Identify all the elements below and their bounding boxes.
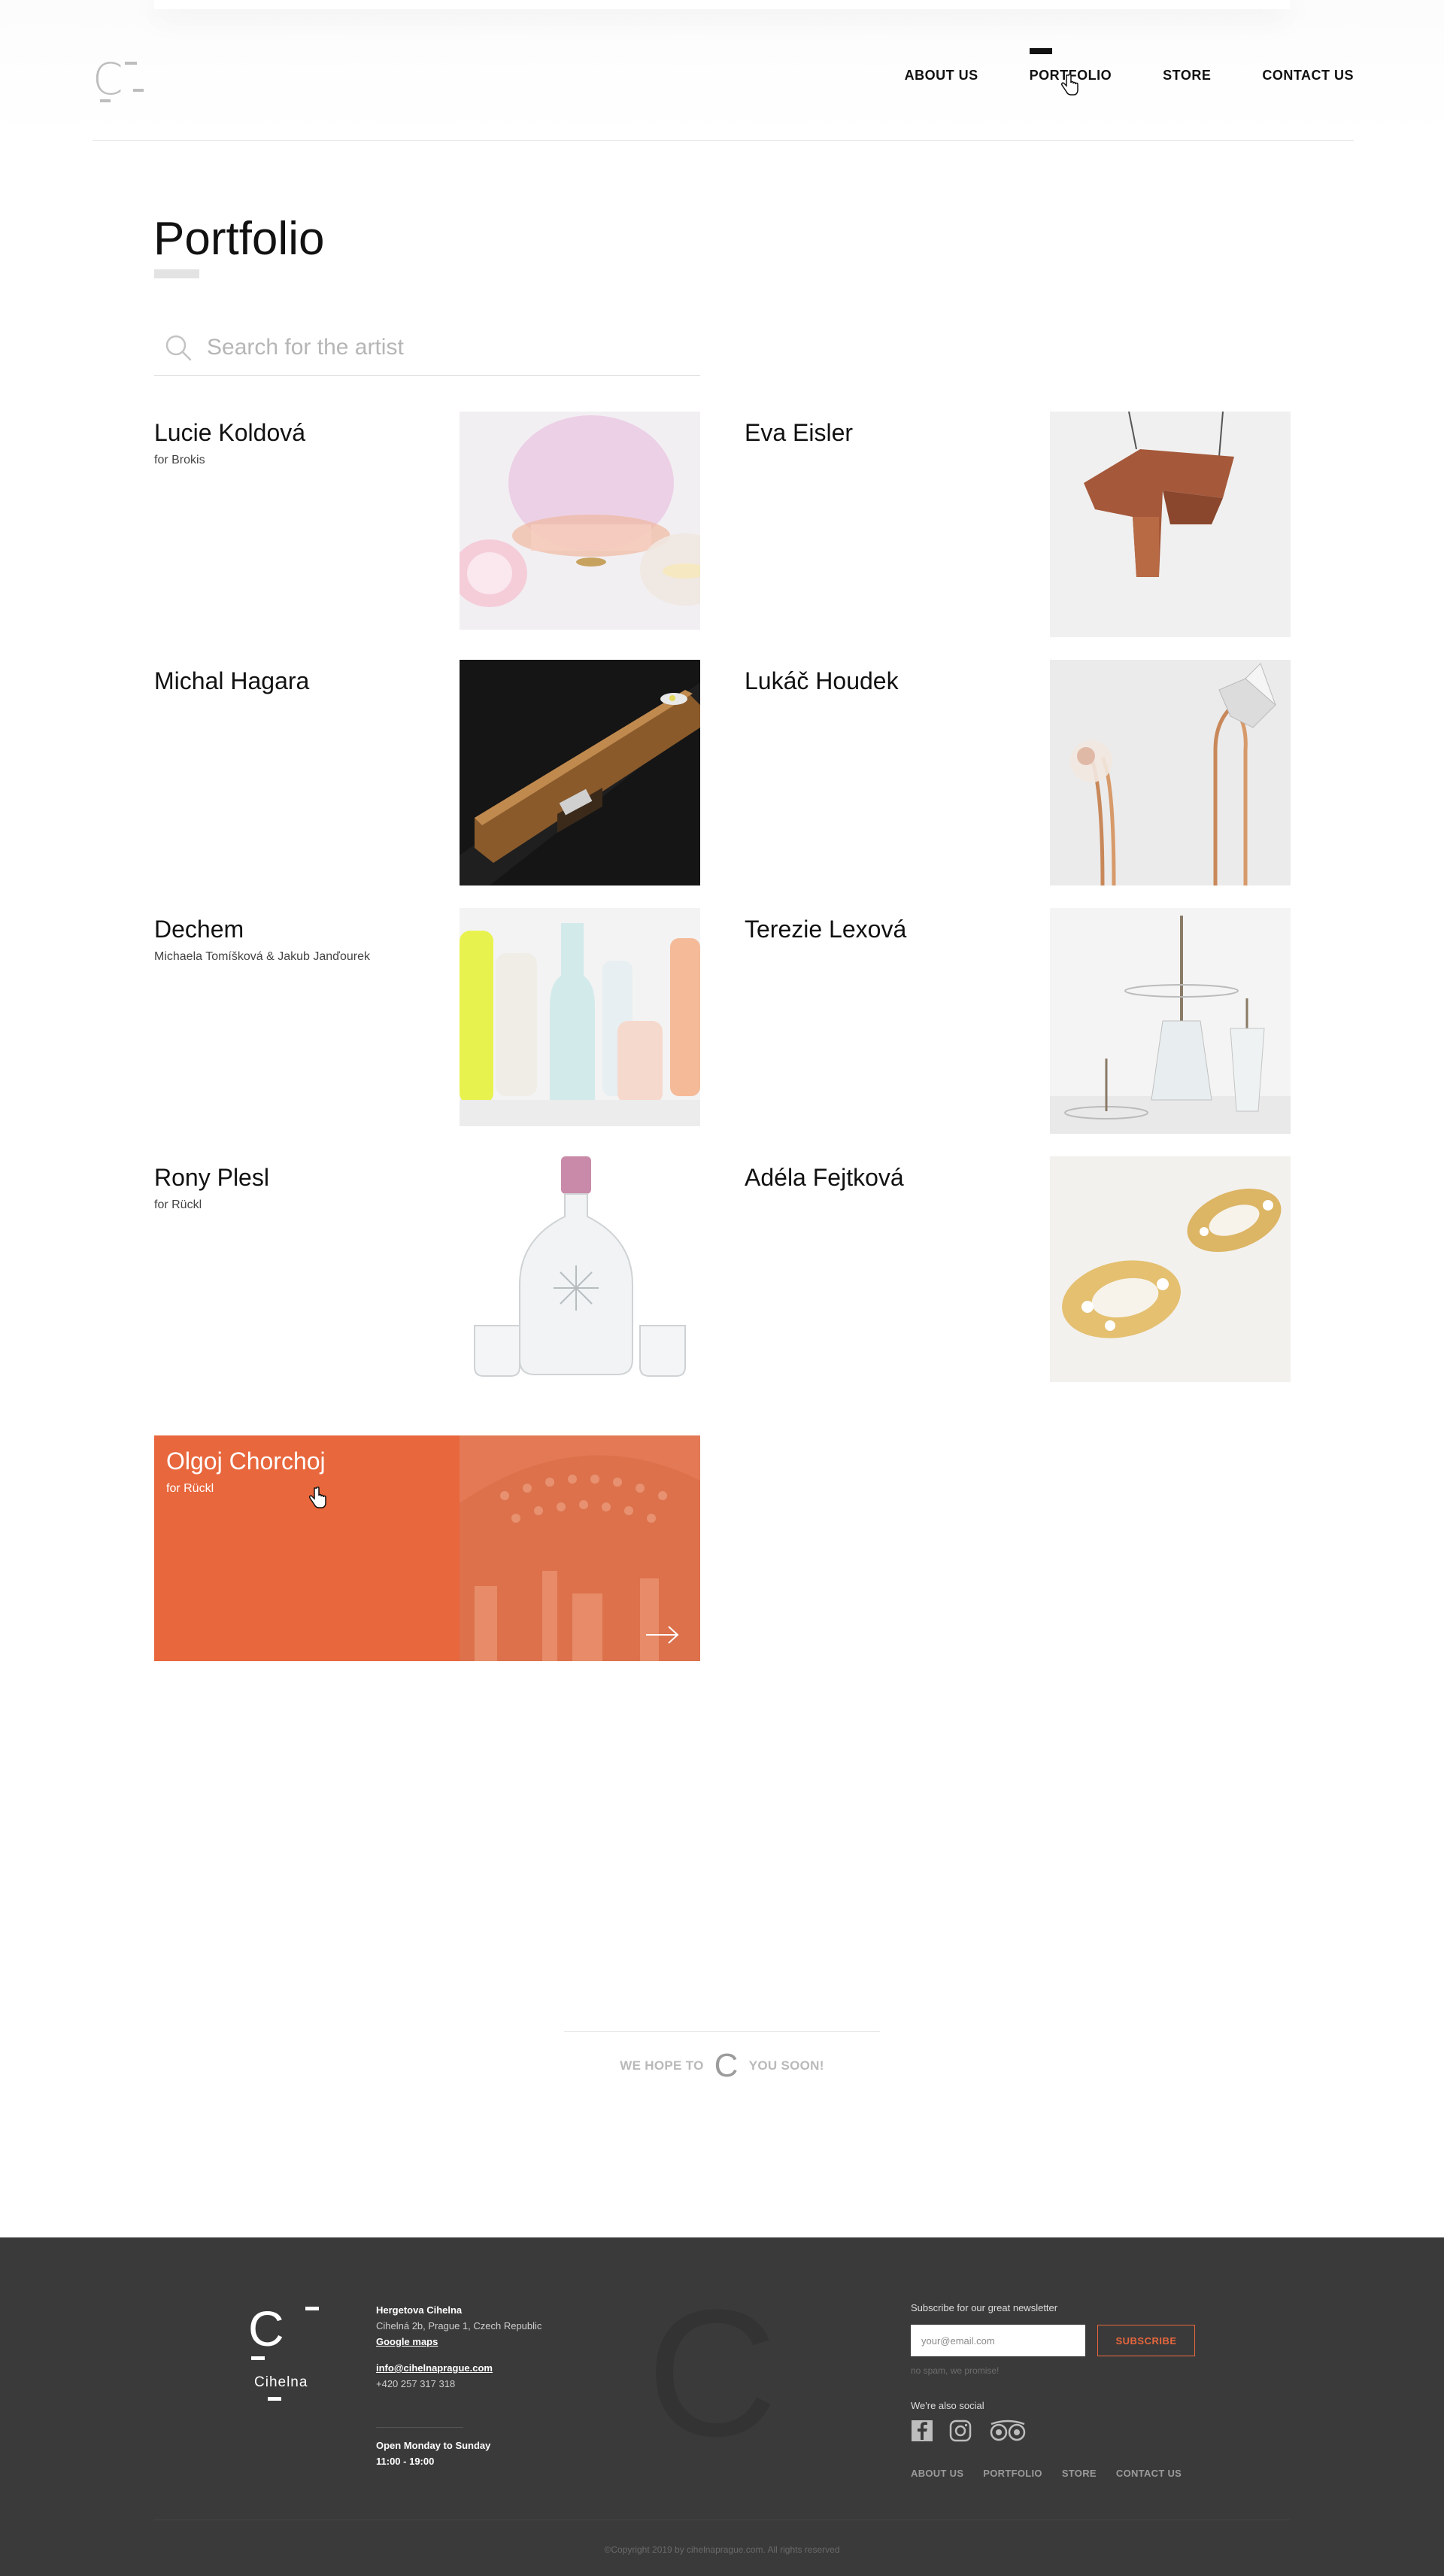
artist-image <box>460 1156 700 1382</box>
artist-card-olgoj-chorchoj[interactable]: Olgoj Chorchoj for Rückl <box>154 1435 700 1661</box>
logo-dash <box>100 99 111 102</box>
artist-card-terezie-lexova[interactable]: Terezie Lexová <box>745 908 1291 1134</box>
footer-watermark-c: C <box>647 2272 778 2474</box>
footer-nav-store[interactable]: STORE <box>1062 2468 1097 2479</box>
artist-name: Lucie Koldová <box>154 419 306 446</box>
arrow-right-icon[interactable] <box>645 1624 681 1646</box>
logo-dash <box>268 2397 281 2401</box>
artist-name: Adéla Fejtková <box>745 1164 904 1191</box>
google-maps-link[interactable]: Google maps <box>376 2336 438 2347</box>
artist-subtitle: for Rückl <box>154 1198 202 1211</box>
search-icon <box>165 335 192 361</box>
banner-text-left: WE HOPE TO <box>620 2058 704 2073</box>
artist-name: Dechem <box>154 916 244 943</box>
artist-card-lukac-houdek[interactable]: Lukáč Houdek <box>745 660 1291 886</box>
artist-subtitle: for Rückl <box>166 1482 214 1495</box>
opening-days: Open Monday to Sunday <box>376 2440 491 2451</box>
opening-hours: Open Monday to Sunday 11:00 - 19:00 <box>376 2438 490 2469</box>
artist-name: Lukáč Houdek <box>745 667 899 694</box>
venue-name: Hergetova Cihelna <box>376 2304 463 2316</box>
email-link[interactable]: info@cihelnaprague.com <box>376 2362 493 2374</box>
hand-cursor-icon <box>309 1487 326 1508</box>
artist-card-lucie-koldova[interactable]: Lucie Koldová for Brokis <box>154 412 700 637</box>
top-strip <box>154 0 1290 9</box>
logo-dash <box>133 89 144 92</box>
site-logo[interactable]: C <box>93 57 145 105</box>
artist-card-eva-eisler[interactable]: Eva Eisler <box>745 412 1291 637</box>
header-divider <box>93 140 1354 141</box>
venue-street: Cihelná 2b, Prague 1, Czech Republic <box>376 2320 542 2331</box>
nav-contact-us[interactable]: CONTACT US <box>1262 68 1354 84</box>
newsletter-note: no spam, we promise! <box>911 2365 1000 2376</box>
artist-image <box>1050 1156 1291 1382</box>
logo-c-glyph: C <box>93 53 123 105</box>
closing-banner: WE HOPE TO C YOU SOON! <box>564 2031 880 2099</box>
artist-name: Michal Hagara <box>154 667 310 694</box>
footer-address: Hergetova Cihelna Cihelná 2b, Prague 1, … <box>376 2302 542 2392</box>
artist-name: Terezie Lexová <box>745 916 907 943</box>
main-nav: ABOUT US PORTFOLIO STORE CONTACT US <box>854 48 1354 84</box>
search-input[interactable] <box>207 333 688 363</box>
footer-address-divider <box>376 2427 463 2428</box>
hand-cursor-icon <box>1061 74 1078 96</box>
artist-image <box>460 412 700 630</box>
artist-search <box>154 325 700 376</box>
artist-image <box>1050 908 1291 1134</box>
artist-card-michal-hagara[interactable]: Michal Hagara <box>154 660 700 886</box>
footer-nav-about-us[interactable]: ABOUT US <box>911 2468 963 2479</box>
copyright: ©Copyright 2019 by cihelnaprague.com. Al… <box>604 2544 840 2555</box>
subscribe-button[interactable]: SUBSCRIBE <box>1097 2325 1195 2356</box>
artist-image <box>460 908 700 1126</box>
logo-dash <box>125 62 137 65</box>
artist-name: Eva Eisler <box>745 419 854 446</box>
nav-about-us[interactable]: ABOUT US <box>905 68 978 84</box>
footer-nav: ABOUT US PORTFOLIO STORE CONTACT US <box>911 2468 1182 2479</box>
opening-time: 11:00 - 19:00 <box>376 2456 435 2467</box>
facebook-icon[interactable] <box>911 2420 933 2442</box>
artist-subtitle: Michaela Tomíšková & Jakub Janďourek <box>154 950 371 963</box>
phone-number: +420 257 317 318 <box>376 2378 456 2389</box>
artist-card-dechem[interactable]: Dechem Michaela Tomíšková & Jakub Janďou… <box>154 908 700 1134</box>
artist-name: Rony Plesl <box>154 1164 269 1191</box>
footer: C C Cihelna Hergetova Cihelna Cihelná 2b… <box>0 2237 1444 2576</box>
artist-image <box>1050 660 1291 886</box>
footer-logo-label: Cihelna <box>254 2374 308 2390</box>
newsletter-label: Subscribe for our great newsletter <box>911 2302 1058 2313</box>
banner-text-right: YOU SOON! <box>748 2058 824 2073</box>
logo-c-glyph: C <box>714 2046 739 2084</box>
social-label: We're also social <box>911 2400 984 2411</box>
tripadvisor-icon[interactable] <box>987 2420 1028 2442</box>
artist-image <box>1050 412 1291 637</box>
artist-subtitle: for Brokis <box>154 454 205 466</box>
artist-image <box>460 660 700 886</box>
title-underline <box>154 269 199 278</box>
logo-dash <box>251 2356 265 2360</box>
footer-nav-portfolio[interactable]: PORTFOLIO <box>983 2468 1042 2479</box>
footer-nav-contact-us[interactable]: CONTACT US <box>1116 2468 1182 2479</box>
page-title: Portfolio <box>153 213 325 265</box>
logo-dash <box>305 2307 319 2310</box>
artist-name: Olgoj Chorchoj <box>166 1447 326 1475</box>
footer-logo[interactable]: C Cihelna <box>248 2304 323 2401</box>
artist-card-adela-fejtkova[interactable]: Adéla Fejtková <box>745 1156 1291 1382</box>
nav-store[interactable]: STORE <box>1163 68 1211 84</box>
artist-card-rony-plesl[interactable]: Rony Plesl for Rückl <box>154 1156 700 1382</box>
logo-c-glyph: C <box>248 2301 284 2356</box>
artist-image <box>460 1435 700 1661</box>
newsletter-email-input[interactable] <box>911 2325 1085 2356</box>
instagram-icon[interactable] <box>949 2420 972 2442</box>
